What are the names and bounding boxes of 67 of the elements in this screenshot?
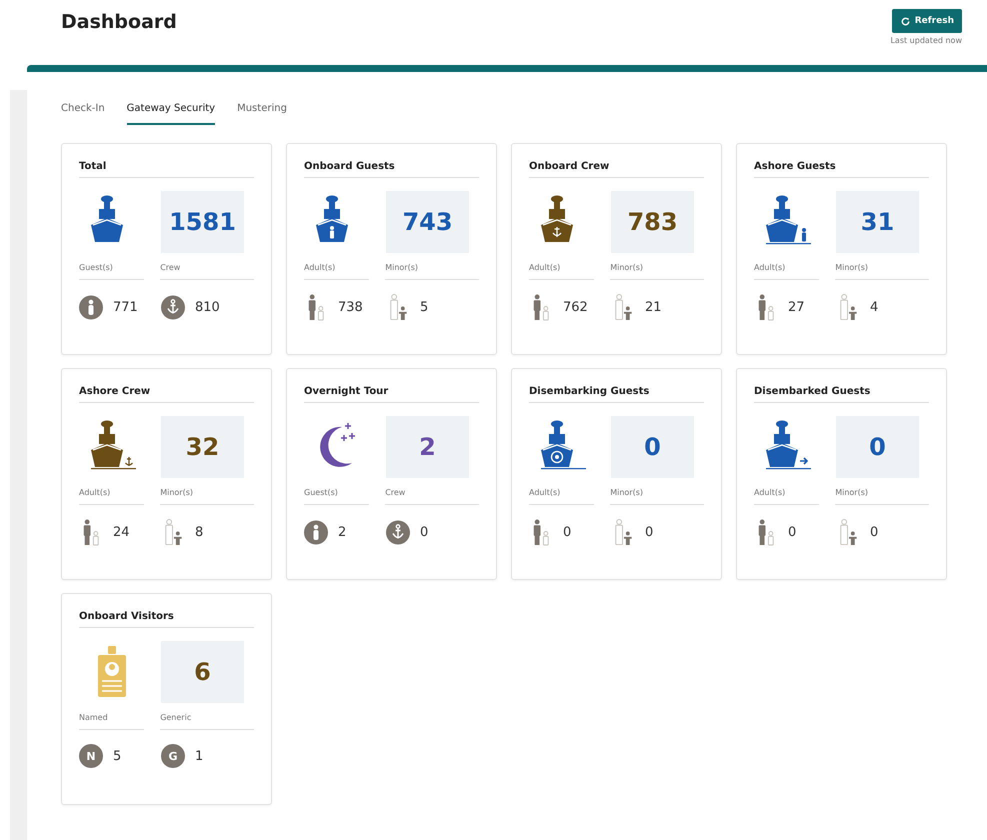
total-count: 0 (644, 433, 661, 461)
card-title: Onboard Crew (529, 161, 704, 178)
total-count: 743 (402, 208, 453, 236)
stat-label: Guest(s) (304, 488, 370, 505)
letter-badge: G (161, 744, 185, 768)
anchor-icon (161, 294, 185, 321)
stat-label: Guest(s) (79, 263, 144, 280)
tab[interactable]: Check-In (61, 98, 105, 125)
total-count: 1581 (169, 208, 236, 236)
stat-label: Minor(s) (835, 488, 929, 505)
page-title: Dashboard (61, 11, 177, 35)
stat-value: 762 (563, 300, 588, 315)
stat-value: 0 (420, 525, 428, 540)
card-title: Onboard Visitors (79, 611, 254, 628)
total-count: 32 (186, 433, 220, 461)
stat-value: 810 (195, 300, 220, 315)
stat-label: Minor(s) (160, 488, 254, 505)
card-title: Ashore Guests (754, 161, 929, 178)
card-title: Disembarked Guests (754, 386, 929, 403)
card-title: Disembarking Guests (529, 386, 704, 403)
stat-label: Adult(s) (754, 263, 820, 280)
card-title: Total (79, 161, 254, 178)
stat-label: Crew (160, 263, 254, 280)
stat-value: 27 (788, 300, 805, 315)
card-title: Onboard Guests (304, 161, 479, 178)
stat-value: 0 (563, 525, 572, 540)
refresh-icon (900, 16, 911, 26)
stat-label: Adult(s) (304, 263, 370, 280)
stat-label: Minor(s) (610, 488, 704, 505)
stat-label: Adult(s) (754, 488, 820, 505)
total-count: 6 (194, 658, 211, 686)
total-count: 31 (860, 208, 894, 236)
stat-value: 5 (420, 300, 428, 315)
total-count: 783 (627, 208, 678, 236)
anchor-icon (386, 519, 410, 546)
last-updated-text: Last updated now (890, 36, 962, 45)
stat-value: 0 (870, 525, 878, 540)
card-title: Ashore Crew (79, 386, 254, 403)
total-count: 2 (419, 433, 436, 461)
stat-label: Adult(s) (79, 488, 144, 505)
stat-label: Adult(s) (529, 263, 594, 280)
tab[interactable]: Gateway Security (126, 98, 216, 125)
stat-label: Minor(s) (835, 263, 929, 280)
stat-value: 8 (195, 525, 204, 540)
card-title: Overnight Tour (304, 386, 479, 403)
stat-label: Generic (160, 713, 254, 730)
total-count: 0 (869, 433, 886, 461)
stat-value: 24 (113, 525, 130, 540)
stat-value: 4 (870, 300, 878, 315)
person-icon (79, 294, 103, 321)
tab[interactable]: Mustering (237, 98, 287, 125)
stat-label: Crew (385, 488, 479, 505)
stat-value: 0 (788, 525, 796, 540)
stat-value: 5 (113, 748, 122, 764)
letter-badge: N (79, 744, 103, 768)
stat-label: Minor(s) (610, 263, 704, 280)
stat-value: 2 (338, 525, 346, 540)
stat-label: Adult(s) (529, 488, 594, 505)
stat-value: 0 (645, 525, 654, 540)
stat-value: 738 (338, 300, 363, 315)
person-icon (304, 519, 328, 546)
stat-label: Named (79, 713, 144, 730)
stat-label: Minor(s) (385, 263, 479, 280)
stat-value: 1 (195, 748, 204, 764)
refresh-button[interactable]: Refresh (892, 9, 962, 33)
stat-value: 21 (645, 300, 662, 315)
stat-value: 771 (113, 300, 138, 315)
